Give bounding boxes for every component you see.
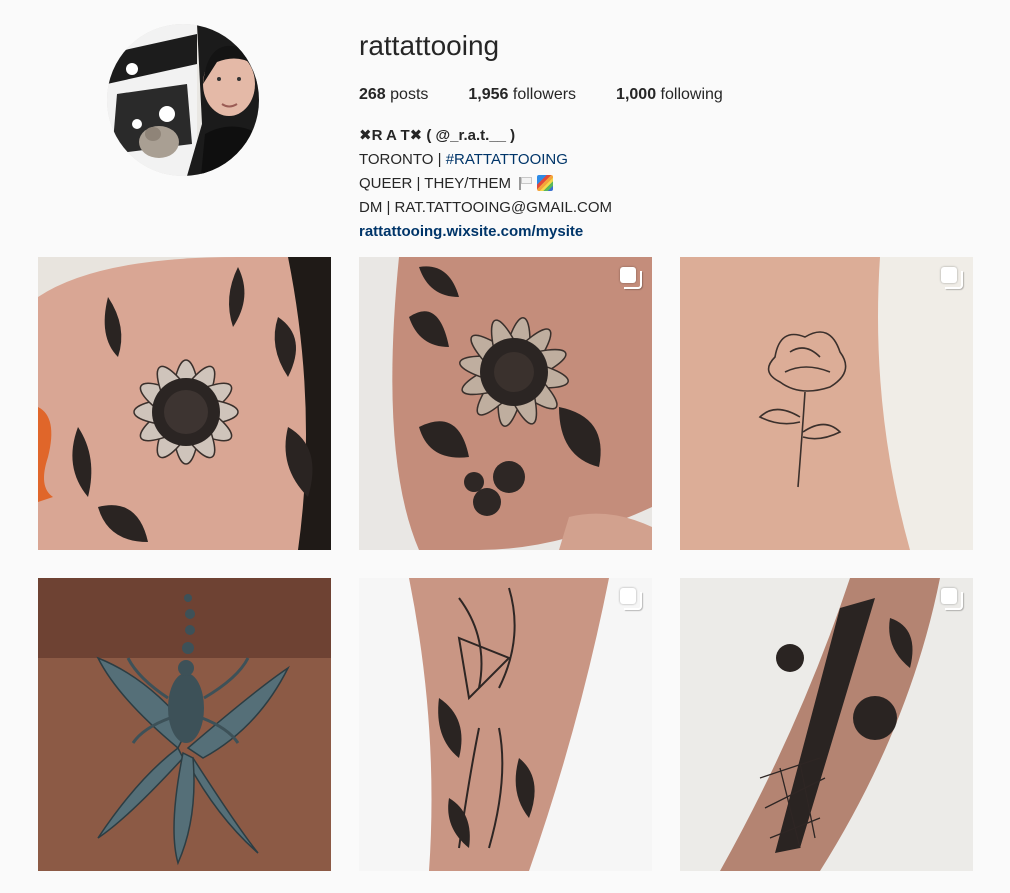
posts-count-value: 268 [359,86,386,103]
profile-bio: ✖R A T✖ ( @_r.a.t.__ ) TORONTO | #RATTAT… [359,124,779,244]
profile-stats: 268 posts 1,956 followers 1,000 followin… [359,84,763,106]
bio-location-line: TORONTO | #RATTATTOOING [359,148,779,172]
post-thumbnail-6[interactable] [680,578,973,871]
following-count-label: following [660,86,723,103]
following-count-value: 1,000 [616,86,657,103]
bio-website-link[interactable]: rattattooing.wixsite.com/mysite [359,220,779,244]
post-thumbnail-4[interactable] [38,578,331,871]
bio-identity-line: QUEER | THEY/THEM [359,172,779,196]
rainbow-flag-icon [537,175,554,191]
white-flag-icon [519,177,533,190]
post-image-knife-forearm [680,578,973,871]
post-image-scorpion-lily [38,578,331,871]
stacked-squares-icon [941,267,963,289]
bio-hashtag-link[interactable]: #RATTATTOOING [446,151,568,168]
post-thumbnail-2[interactable] [359,257,652,550]
followers-count-label: followers [512,86,577,103]
followers-link[interactable]: 1,956 followers [468,84,576,106]
bio-location: TORONTO | [359,151,446,168]
stacked-squares-icon [620,267,642,289]
stacked-squares-icon [620,588,642,610]
post-thumbnail-3[interactable] [680,257,973,550]
post-image-geometric-sleeve [359,578,652,871]
followers-count-value: 1,956 [468,86,509,103]
posts-grid [38,257,973,871]
post-image-sunflower-foot [359,257,652,550]
profile-avatar[interactable] [107,24,259,176]
bio-full-name: ✖R A T✖ ( @_r.a.t.__ ) [359,127,516,144]
following-link[interactable]: 1,000 following [616,84,723,106]
avatar-image [107,24,259,176]
post-thumbnail-5[interactable] [359,578,652,871]
stacked-squares-icon [941,588,963,610]
post-thumbnail-1[interactable] [38,257,331,550]
posts-count-label: posts [390,86,429,103]
bio-identity: QUEER | THEY/THEM [359,175,516,192]
posts-count: 268 posts [359,84,428,106]
post-image-sunflower-hand [38,257,331,550]
profile-username: rattattooing [359,30,500,61]
bio-contact: DM | RAT.TATTOOING@GMAIL.COM [359,199,613,216]
post-image-peony-ankle [680,257,973,550]
